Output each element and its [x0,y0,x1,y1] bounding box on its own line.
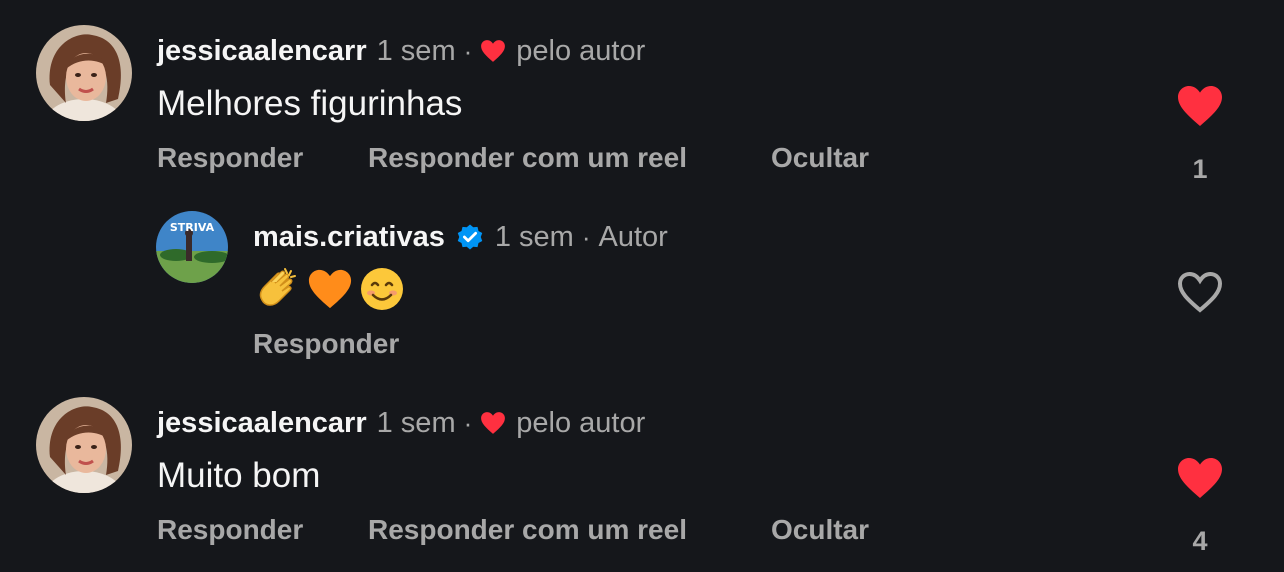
orange-heart-icon [307,266,353,317]
like-heart-outline-icon[interactable] [1175,270,1225,319]
comment-actions: Responder Responder com um reel Ocultar [157,141,957,175]
verified-badge-icon [455,222,485,252]
liked-by-author-label: pelo autor [516,35,646,67]
comment-1: jessicaalencarr 1 sem · pelo autor Melho… [0,0,1284,190]
author-badge: Autor [598,221,668,253]
avatar[interactable] [36,397,132,493]
reply-button[interactable]: Responder [157,141,303,175]
comment-meta: mais.criativas 1 sem · Autor [253,220,668,254]
comment-text: Muito bom [157,456,321,495]
reply-button[interactable]: Responder [253,327,399,361]
separator-dot: · [581,222,591,252]
avatar[interactable] [36,25,132,121]
heart-icon [480,39,506,63]
hide-button[interactable]: Ocultar [771,513,869,547]
username[interactable]: jessicaalencarr [157,406,367,440]
timestamp: 1 sem [376,35,456,67]
like-heart-icon[interactable] [1175,84,1225,133]
like-heart-icon[interactable] [1175,456,1225,505]
comment-reply-author: STRIVA mais.criativas 1 sem · Autor Resp… [0,200,1284,380]
like-count: 1 [1192,154,1208,184]
comment-emoji-text [255,266,405,317]
liked-by-author-label: pelo autor [516,407,646,439]
svg-text:STRIVA: STRIVA [170,221,215,234]
comment-actions: Responder [253,327,553,361]
timestamp: 1 sem [376,407,456,439]
comment-meta: jessicaalencarr 1 sem · pelo autor [157,406,645,440]
clapping-hands-icon [255,266,301,317]
reply-with-reel-button[interactable]: Responder com um reel [368,513,687,547]
timestamp: 1 sem [494,221,574,253]
separator-dot: · [463,36,473,66]
like-count: 4 [1192,526,1208,556]
heart-icon [480,411,506,435]
smiling-face-icon [359,266,405,317]
separator-dot: · [463,408,473,438]
username[interactable]: mais.criativas [253,220,445,254]
comment-meta: jessicaalencarr 1 sem · pelo autor [157,34,645,68]
reply-button[interactable]: Responder [157,513,303,547]
username[interactable]: jessicaalencarr [157,34,367,68]
comment-3: jessicaalencarr 1 sem · pelo autor Muito… [0,372,1284,572]
comment-actions: Responder Responder com um reel Ocultar [157,513,957,547]
avatar[interactable]: STRIVA [156,211,228,283]
hide-button[interactable]: Ocultar [771,141,869,175]
reply-with-reel-button[interactable]: Responder com um reel [368,141,687,175]
comment-text: Melhores figurinhas [157,84,463,123]
